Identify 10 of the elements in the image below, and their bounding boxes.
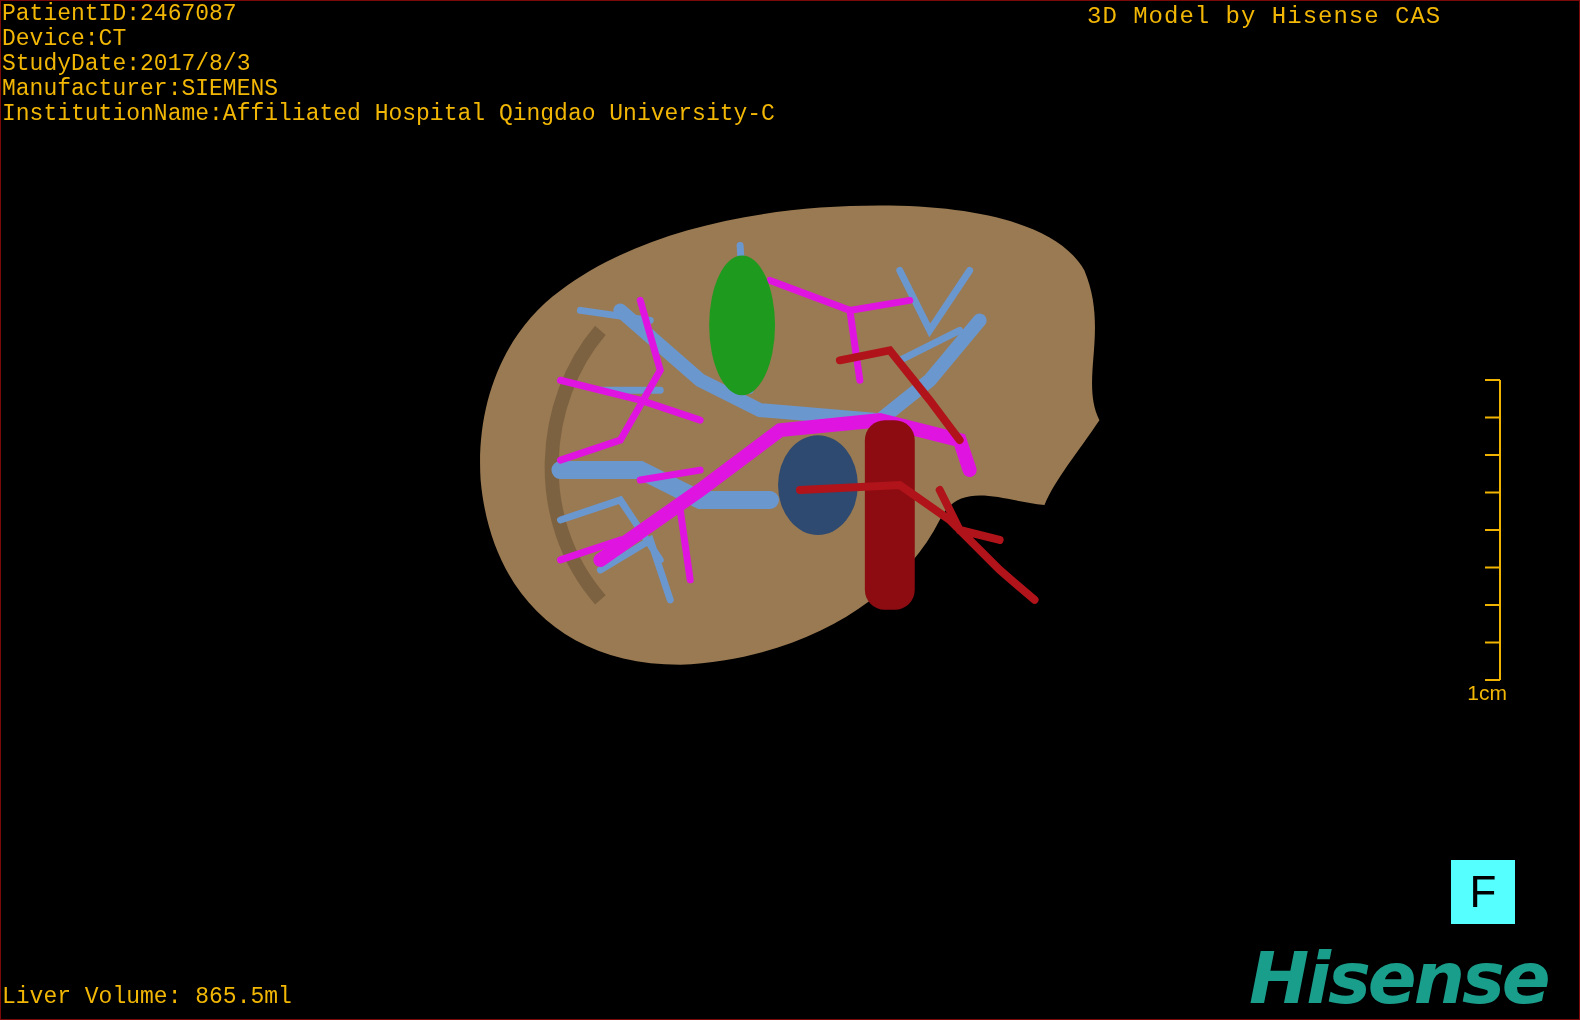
patient-info-text: StudyDate:2017/8/3 bbox=[2, 52, 251, 77]
brand-logo: Hisense bbox=[1249, 941, 1548, 1015]
patient-info-text: Manufacturer:SIEMENS bbox=[2, 77, 279, 102]
patient-info-text: PatientID:2467087 bbox=[2, 2, 237, 27]
liver-volume-text: Liver Volume: 865.5ml bbox=[2, 984, 292, 1010]
view-orientation-button[interactable]: F bbox=[1451, 860, 1515, 924]
scale-label: 1cm bbox=[1467, 681, 1507, 705]
model-title: 3D Model by Hisense CAS bbox=[1087, 4, 1442, 30]
patient-info-text: Device:CT bbox=[2, 27, 127, 52]
patient-info-text: InstitutionName:Affiliated Hospital Qingdao University-C bbox=[2, 102, 775, 127]
